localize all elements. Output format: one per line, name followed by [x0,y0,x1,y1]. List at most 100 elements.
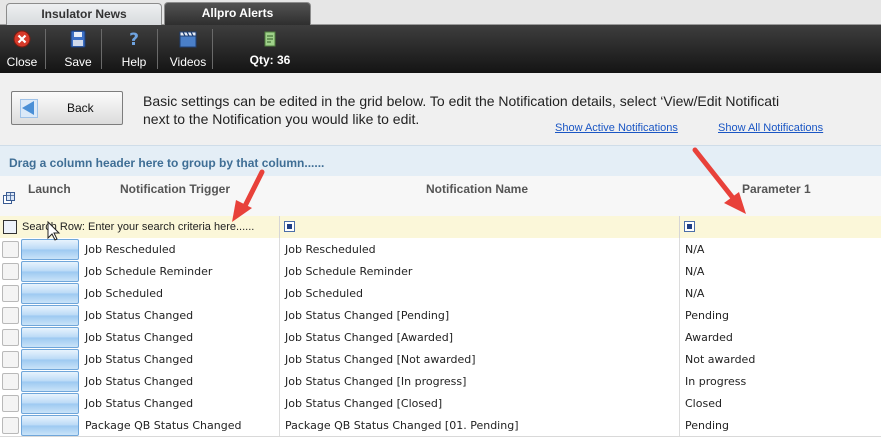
toolbar-divider [45,29,46,69]
cell-parameter-1[interactable]: Pending [685,419,729,432]
document-icon [264,31,276,47]
column-divider [279,216,280,238]
close-button[interactable]: Close [0,25,44,73]
row-selector[interactable] [2,329,19,346]
cell-name[interactable]: Job Status Changed [Not awarded] [285,353,476,366]
table-row[interactable]: Package QB Status Changed Package QB Stat… [0,414,881,437]
group-by-hint: Drag a column header here to group by th… [9,156,325,170]
cell-name[interactable]: Job Status Changed [In progress] [285,375,466,388]
cell-trigger[interactable]: Job Scheduled [85,287,163,300]
cell-name[interactable]: Job Schedule Reminder [285,265,412,278]
launch-button[interactable] [21,305,79,326]
cell-parameter-1[interactable]: Not awarded [685,353,755,366]
cell-name[interactable]: Job Status Changed [Awarded] [285,331,453,344]
back-label: Back [67,101,94,115]
column-header-name[interactable]: Notification Name [426,182,528,196]
column-divider [279,348,280,370]
cell-parameter-1[interactable]: N/A [685,265,704,278]
show-active-notifications-link[interactable]: Show Active Notifications [555,122,678,134]
table-row[interactable]: Job Status Changed Job Status Changed [Pe… [0,304,881,327]
video-clapper-icon [179,31,197,48]
cell-name[interactable]: Package QB Status Changed [01. Pending] [285,419,518,432]
qty-indicator: Qty: 36 [240,25,300,73]
column-divider [679,304,680,326]
table-row[interactable]: Job Status Changed Job Status Changed [Cl… [0,392,881,415]
table-row[interactable]: Job Scheduled Job Scheduled N/A [0,282,881,305]
cell-parameter-1[interactable]: Pending [685,309,729,322]
show-all-notifications-link[interactable]: Show All Notifications [718,122,823,134]
search-row[interactable]: Search Row: Enter your search criteria h… [0,216,881,239]
launch-button[interactable] [21,371,79,392]
search-row-text[interactable]: Search Row: Enter your search criteria h… [22,221,254,233]
launch-button[interactable] [21,327,79,348]
cell-parameter-1[interactable]: Awarded [685,331,733,344]
row-selector[interactable] [2,241,19,258]
column-header-parameter-1[interactable]: Parameter 1 [742,182,811,196]
column-header-launch[interactable]: Launch [28,182,71,196]
filter-icon[interactable] [284,221,295,232]
column-divider [279,304,280,326]
column-chooser-icon[interactable] [3,192,15,204]
table-row[interactable]: Job Status Changed Job Status Changed [No… [0,348,881,371]
toolbar: Close Save ? Help Videos Qty: 36 [0,25,881,73]
table-row[interactable]: Job Status Changed Job Status Changed [In… [0,370,881,393]
cell-trigger[interactable]: Job Status Changed [85,309,193,322]
cell-name[interactable]: Job Rescheduled [285,243,376,256]
cell-parameter-1[interactable]: N/A [685,243,704,256]
cell-name[interactable]: Job Status Changed [Closed] [285,397,442,410]
column-divider [679,260,680,282]
back-button[interactable]: Back [11,91,123,125]
help-label: Help [121,55,147,69]
column-divider [279,238,280,260]
table-row[interactable]: Job Status Changed Job Status Changed [Aw… [0,326,881,349]
row-selector[interactable] [2,417,19,434]
launch-button[interactable] [21,349,79,370]
group-by-panel[interactable]: Drag a column header here to group by th… [0,145,881,177]
cell-trigger[interactable]: Job Status Changed [85,375,193,388]
qty-label: Qty: 36 [249,53,291,67]
row-selector[interactable] [2,263,19,280]
column-divider [679,216,680,238]
cell-trigger[interactable]: Job Status Changed [85,353,193,366]
launch-button[interactable] [21,239,79,260]
launch-button[interactable] [21,283,79,304]
cell-name[interactable]: Job Status Changed [Pending] [285,309,449,322]
row-selector[interactable] [2,307,19,324]
launch-button[interactable] [21,415,79,436]
row-selector[interactable] [2,395,19,412]
help-button[interactable]: ? Help [112,25,156,73]
column-header-trigger[interactable]: Notification Trigger [120,182,230,196]
row-selector[interactable] [2,351,19,368]
row-selector[interactable] [2,373,19,390]
column-divider [279,392,280,414]
launch-button[interactable] [21,261,79,282]
save-label: Save [64,55,92,69]
svg-text:?: ? [129,30,139,49]
toolbar-divider [212,29,213,69]
cell-parameter-1[interactable]: Closed [685,397,722,410]
tab-insulator-news[interactable]: Insulator News [6,3,162,25]
cell-name[interactable]: Job Scheduled [285,287,363,300]
table-row[interactable]: Job Rescheduled Job Rescheduled N/A [0,238,881,261]
cell-trigger[interactable]: Job Schedule Reminder [85,265,212,278]
videos-button[interactable]: Videos [166,25,210,73]
videos-label: Videos [169,55,207,69]
cell-trigger[interactable]: Package QB Status Changed [85,419,241,432]
close-label: Close [6,55,38,69]
column-divider [679,326,680,348]
back-arrow-shape [22,101,34,115]
tab-allpro-alerts[interactable]: Allpro Alerts [164,2,311,26]
instructions-line-1: Basic settings can be edited in the grid… [143,93,780,109]
cell-parameter-1[interactable]: N/A [685,287,704,300]
row-selector[interactable] [2,285,19,302]
column-divider [679,392,680,414]
column-divider [279,282,280,304]
cell-parameter-1[interactable]: In progress [685,375,746,388]
table-row[interactable]: Job Schedule Reminder Job Schedule Remind… [0,260,881,283]
cell-trigger[interactable]: Job Status Changed [85,331,193,344]
cell-trigger[interactable]: Job Rescheduled [85,243,176,256]
filter-icon[interactable] [684,221,695,232]
cell-trigger[interactable]: Job Status Changed [85,397,193,410]
save-button[interactable]: Save [56,25,100,73]
launch-button[interactable] [21,393,79,414]
